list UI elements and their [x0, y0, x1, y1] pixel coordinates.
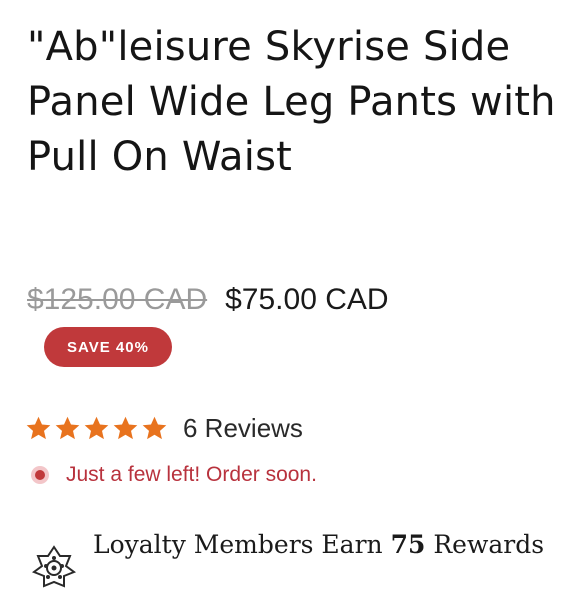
- star-icon: [142, 416, 167, 439]
- rating-row[interactable]: 6 Reviews: [25, 410, 303, 446]
- loyalty-emblem-icon: [31, 545, 77, 588]
- star-icon: [26, 416, 51, 439]
- stock-message: Just a few left! Order soon.: [66, 463, 317, 486]
- star-icon: [55, 416, 80, 439]
- sale-price: $75.00 CAD: [225, 283, 389, 316]
- loyalty-prefix: Loyalty Members Earn: [93, 530, 383, 559]
- reviews-link[interactable]: 6 Reviews: [183, 413, 303, 444]
- star-icon: [113, 416, 138, 439]
- loyalty-message: Loyalty Members Earn 75 Rewards: [93, 530, 544, 559]
- price-row: $125.00 CAD $75.00 CAD: [27, 278, 389, 322]
- save-badge: SAVE 40%: [44, 327, 172, 367]
- product-title: "Ab"leisure Skyrise Side Panel Wide Leg …: [27, 24, 556, 180]
- loyalty-points: 75: [390, 530, 426, 559]
- low-stock-dot-icon: [31, 466, 49, 484]
- loyalty-suffix: Rewards: [433, 530, 545, 559]
- stock-status: Just a few left! Order soon.: [30, 460, 317, 490]
- star-rating: [25, 415, 170, 442]
- compare-at-price: $125.00 CAD: [27, 283, 208, 316]
- star-icon: [84, 416, 109, 439]
